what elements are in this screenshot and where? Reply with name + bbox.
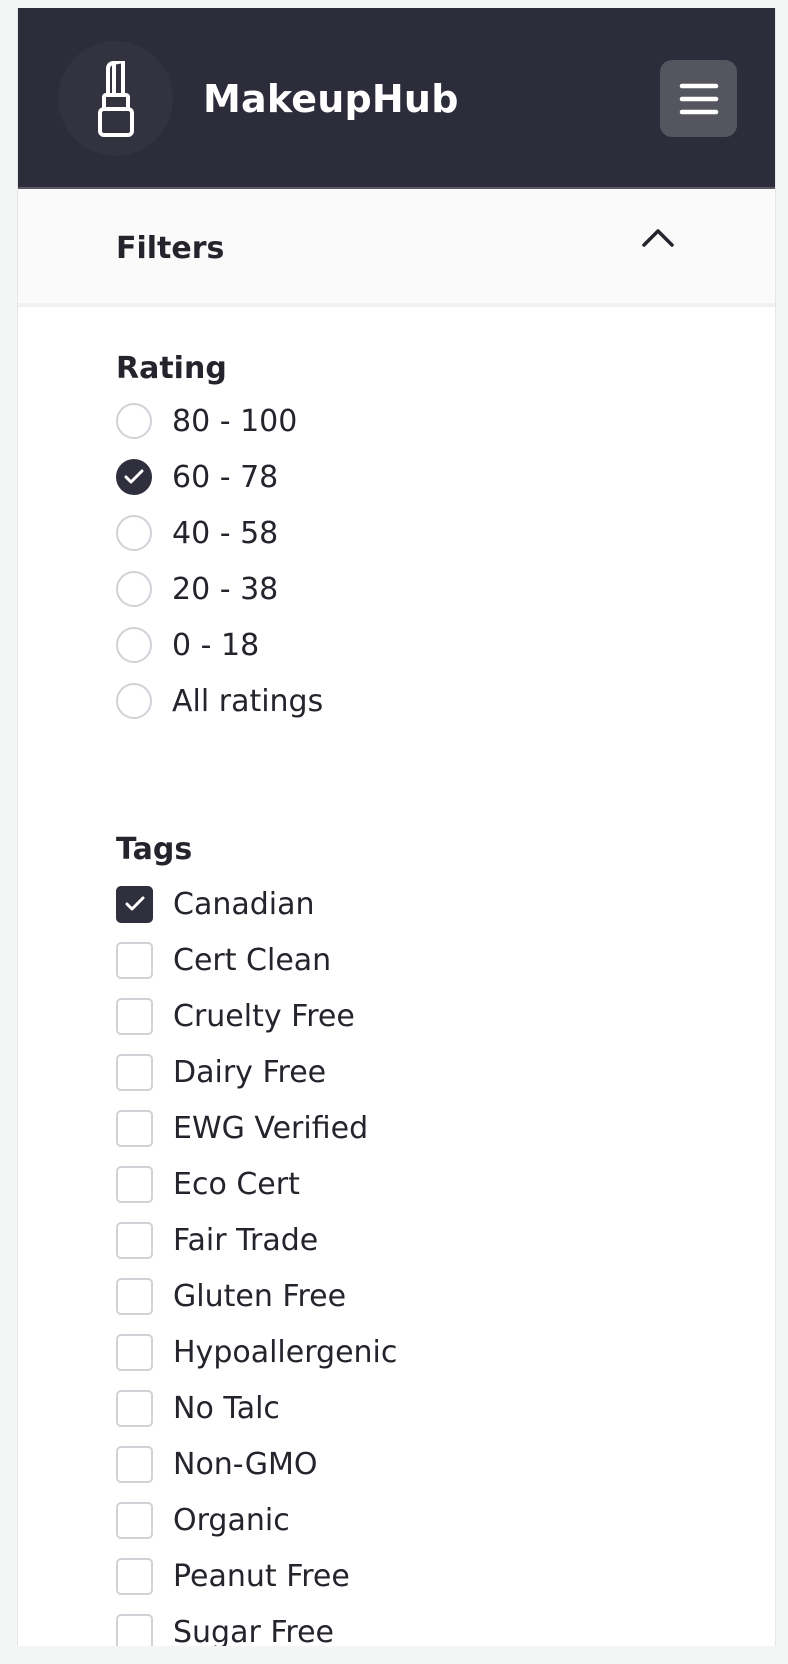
tag-option-label: No Talc [173, 1390, 280, 1426]
tag-option-label: Canadian [173, 886, 315, 922]
tag-option-ewg-verified[interactable]: EWG Verified [116, 1106, 368, 1150]
rating-radio-selected[interactable] [116, 459, 152, 495]
tag-checkbox[interactable] [116, 1221, 153, 1259]
tag-checkbox[interactable] [116, 1277, 153, 1315]
tag-checkbox-checked[interactable] [116, 885, 153, 923]
tag-option-label: Dairy Free [173, 1054, 327, 1090]
brand-logo[interactable] [58, 41, 173, 156]
tag-checkbox[interactable] [116, 1501, 153, 1539]
tag-checkbox[interactable] [116, 1333, 153, 1371]
menu-toggle-button[interactable] [660, 60, 737, 137]
tag-checkbox[interactable] [116, 1053, 153, 1091]
filters-collapse-button[interactable] [641, 227, 675, 253]
page-frame: MakeupHub Filters Rating 80 - 100 60 - 7… [17, 8, 776, 1646]
tag-option-gluten-free[interactable]: Gluten Free [116, 1274, 346, 1318]
tag-option-label: Peanut Free [173, 1558, 350, 1594]
brand-name[interactable]: MakeupHub [203, 8, 459, 189]
check-icon [124, 469, 144, 484]
tag-option-label: Hypoallergenic [173, 1334, 398, 1370]
rating-radio[interactable] [116, 683, 152, 719]
tag-option-cert-clean[interactable]: Cert Clean [116, 938, 331, 982]
rating-option-label: 60 - 78 [172, 459, 279, 495]
hamburger-menu-icon [679, 83, 718, 114]
rating-option-20-38[interactable]: 20 - 38 [116, 567, 278, 611]
rating-option-0-18[interactable]: 0 - 18 [116, 623, 259, 667]
tag-option-no-talc[interactable]: No Talc [116, 1386, 280, 1430]
check-icon [125, 896, 144, 911]
rating-radio[interactable] [116, 515, 152, 551]
filters-title: Filters [116, 231, 225, 266]
tag-option-canadian[interactable]: Canadian [116, 882, 315, 926]
tag-option-sugar-free[interactable]: Sugar Free [116, 1610, 334, 1646]
tag-checkbox[interactable] [116, 1389, 153, 1427]
rating-radio[interactable] [116, 403, 152, 439]
tag-checkbox[interactable] [116, 1613, 153, 1646]
lipstick-icon [97, 60, 134, 137]
filters-toggle[interactable]: Filters [18, 189, 775, 307]
tag-option-dairy-free[interactable]: Dairy Free [116, 1050, 326, 1094]
rating-option-40-58[interactable]: 40 - 58 [116, 511, 278, 555]
rating-option-label: 40 - 58 [172, 515, 279, 551]
tag-option-label: Cruelty Free [173, 998, 355, 1034]
tag-checkbox[interactable] [116, 997, 153, 1035]
rating-option-label: 20 - 38 [172, 571, 279, 607]
tag-checkbox[interactable] [116, 941, 153, 979]
top-navbar: MakeupHub [18, 8, 775, 189]
rating-section-title: Rating [116, 351, 227, 386]
rating-option-label: 0 - 18 [172, 627, 260, 663]
tag-option-hypoallergenic[interactable]: Hypoallergenic [116, 1330, 397, 1374]
tag-option-label: Fair Trade [173, 1222, 319, 1258]
rating-option-label: All ratings [172, 683, 324, 719]
tag-option-non-gmo[interactable]: Non-GMO [116, 1442, 317, 1486]
rating-option-60-78[interactable]: 60 - 78 [116, 455, 278, 499]
tag-option-label: EWG Verified [173, 1110, 369, 1146]
tag-option-label: Sugar Free [173, 1614, 335, 1647]
chevron-up-icon [642, 229, 674, 247]
tag-option-label: Eco Cert [173, 1166, 300, 1202]
tag-checkbox[interactable] [116, 1109, 153, 1147]
rating-option-80-100[interactable]: 80 - 100 [116, 399, 297, 443]
tag-option-cruelty-free[interactable]: Cruelty Free [116, 994, 355, 1038]
tag-option-label: Cert Clean [173, 942, 332, 978]
tag-option-organic[interactable]: Organic [116, 1498, 290, 1542]
tag-checkbox[interactable] [116, 1445, 153, 1483]
tag-checkbox[interactable] [116, 1165, 153, 1203]
rating-option-label: 80 - 100 [172, 403, 298, 439]
tag-option-label: Gluten Free [173, 1278, 347, 1314]
tag-checkbox[interactable] [116, 1557, 153, 1595]
tag-option-peanut-free[interactable]: Peanut Free [116, 1554, 350, 1598]
tag-option-eco-cert[interactable]: Eco Cert [116, 1162, 300, 1206]
rating-radio[interactable] [116, 627, 152, 663]
tag-option-label: Organic [173, 1502, 290, 1538]
tag-option-label: Non-GMO [173, 1446, 318, 1482]
rating-option-all[interactable]: All ratings [116, 679, 323, 723]
rating-radio[interactable] [116, 571, 152, 607]
tags-section-title: Tags [116, 832, 193, 867]
tag-option-fair-trade[interactable]: Fair Trade [116, 1218, 318, 1262]
